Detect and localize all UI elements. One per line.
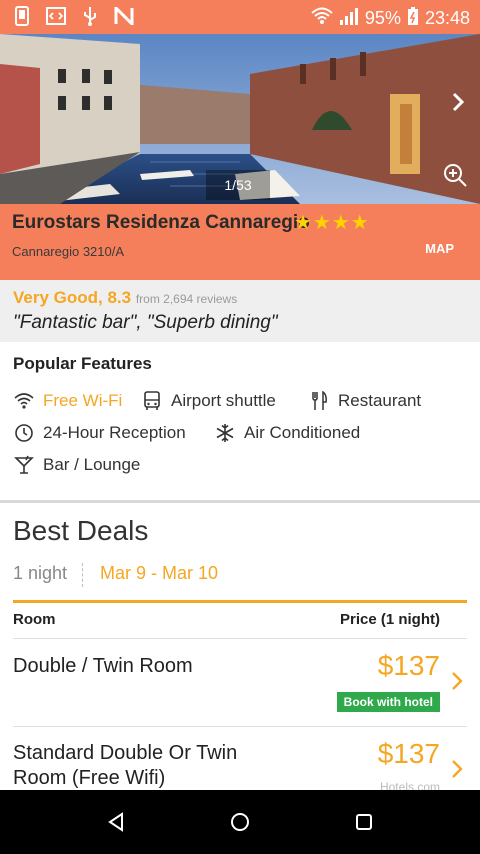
row-divider	[13, 638, 467, 639]
battery-percent: 95%	[364, 8, 401, 28]
feature-label: Airport shuttle	[171, 391, 276, 410]
n-icon	[114, 6, 134, 26]
zoom-photo-button[interactable]	[442, 162, 468, 188]
home-icon	[231, 813, 249, 831]
room-price: $137	[377, 738, 440, 769]
room-price: $137	[377, 650, 440, 681]
features-title: Popular Features	[13, 354, 152, 373]
hotel-address: Cannaregio 3210/A	[12, 244, 125, 259]
nights-selector[interactable]: 1 night	[13, 563, 67, 584]
phone-icon	[12, 6, 32, 26]
feature-label: Air Conditioned	[244, 423, 361, 442]
cutlery-icon	[308, 390, 330, 412]
status-bar: 95% 23:48	[0, 0, 480, 34]
bus-icon	[141, 390, 163, 412]
review-quote: "Fantastic bar", "Superb dining"	[13, 312, 278, 333]
rating-line: Very Good, 8.3 from 2,694 reviews	[13, 288, 237, 308]
hotel-photo[interactable]: 1/53	[0, 34, 480, 204]
review-count: from 2,694 reviews	[135, 292, 238, 306]
clock-icon	[13, 422, 35, 444]
room-name: Double / Twin Room	[13, 655, 193, 677]
home-button[interactable]	[228, 810, 252, 834]
navigation-bar	[0, 790, 480, 854]
hotel-title-bar: Eurostars Residenza Cannaregio ★★★★ Cann…	[0, 204, 480, 280]
feature-label: Free Wi-Fi	[43, 391, 123, 410]
feature-label: 24-Hour Reception	[43, 423, 186, 442]
recents-button[interactable]	[352, 810, 376, 834]
room-name: Standard Double Or Twin Room (Free Wifi)	[13, 742, 238, 789]
section-divider	[0, 500, 480, 503]
rating-score: Very Good, 8.3	[13, 288, 132, 307]
wifi-icon	[13, 390, 35, 412]
feature-label: Restaurant	[338, 391, 422, 410]
back-icon	[108, 812, 123, 832]
hotel-name: Eurostars Residenza Cannaregio	[12, 212, 310, 233]
column-header-price: Price (1 night)	[339, 611, 440, 628]
chevron-right-icon	[450, 758, 464, 780]
feature-restaurant: Restaurant	[308, 390, 421, 412]
dates-divider	[82, 563, 83, 587]
map-button[interactable]: MAP	[425, 241, 454, 256]
popular-features: Popular Features Free Wi-Fi Airport shut…	[0, 342, 480, 500]
snowflake-icon	[214, 422, 236, 444]
back-button[interactable]	[104, 810, 128, 834]
review-summary[interactable]: Very Good, 8.3 from 2,694 reviews "Fanta…	[0, 280, 480, 342]
signal-icon	[339, 7, 359, 30]
feature-free-wifi: Free Wi-Fi	[13, 390, 122, 412]
star-rating: ★★★★	[294, 212, 370, 234]
date-range-selector[interactable]: Mar 9 - Mar 10	[100, 563, 218, 584]
feature-label: Bar / Lounge	[43, 455, 141, 474]
chevron-right-icon	[452, 92, 465, 112]
feature-air-conditioned: Air Conditioned	[214, 422, 360, 444]
clock-time: 23:48	[424, 8, 470, 28]
best-deals-title: Best Deals	[13, 515, 149, 546]
chevron-right-icon	[450, 670, 464, 692]
usb-icon	[80, 6, 100, 26]
zoom-in-icon	[444, 164, 467, 187]
feature-bar-lounge: Bar / Lounge	[13, 454, 140, 476]
next-photo-button[interactable]	[446, 90, 470, 114]
row-divider	[13, 726, 467, 727]
feature-airport-shuttle: Airport shuttle	[141, 390, 276, 412]
cocktail-icon	[13, 454, 35, 476]
column-header-room: Room	[13, 611, 56, 628]
recents-icon	[356, 814, 372, 830]
wifi-icon	[311, 7, 333, 30]
feature-24-hour-reception: 24-Hour Reception	[13, 422, 186, 444]
battery-charging-icon	[407, 6, 419, 31]
book-with-hotel-badge: Book with hotel	[336, 692, 440, 712]
photo-counter: 1/53	[206, 170, 270, 200]
deals-header-rule	[13, 600, 467, 603]
code-icon	[46, 6, 66, 26]
